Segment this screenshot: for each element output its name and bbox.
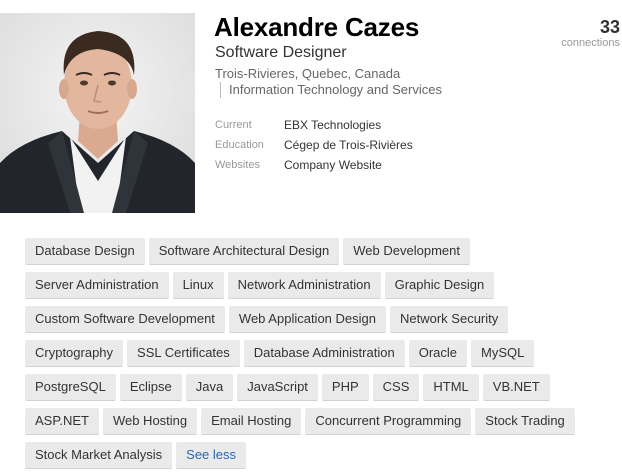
skill-pill[interactable]: Oracle [408,340,467,367]
skill-row: Stock Market Analysis See less [25,442,622,472]
skill-pill[interactable]: Database Administration [243,340,405,367]
detail-value-current[interactable]: EBX Technologies [284,118,381,132]
profile-page: Alexandre Cazes Software Designer Trois-… [0,0,622,472]
skill-pill[interactable]: HTML [423,374,479,401]
skill-pill[interactable]: Graphic Design [384,272,495,299]
detail-value-websites[interactable]: Company Website [284,158,382,172]
skill-pill[interactable]: ASP.NET [25,408,99,435]
skill-pill[interactable]: CSS [372,374,420,401]
skill-pill[interactable]: Software Architectural Design [148,238,340,265]
skill-pill[interactable]: VB.NET [482,374,550,401]
profile-details: Current EBX Technologies Education Cégep… [215,115,413,175]
detail-value-education[interactable]: Cégep de Trois-Rivières [284,138,413,152]
connections-count-block[interactable]: 33 connections [561,17,620,50]
profile-location[interactable]: Trois-Rivieres, Quebec, Canada [215,66,400,81]
skill-row: PostgreSQL Eclipse Java JavaScript PHP CSS HTM… [25,374,622,408]
skill-pill[interactable]: Network Administration [227,272,381,299]
skill-pill[interactable]: Stock Market Analysis [25,442,173,469]
detail-label-websites: Websites [215,159,261,171]
detail-label-current: Current [215,119,252,131]
skill-pill[interactable]: Email Hosting [201,408,302,435]
skill-pill[interactable]: Cryptography [25,340,124,367]
skill-pill[interactable]: Database Design [25,238,145,265]
skill-pill[interactable]: JavaScript [237,374,318,401]
skill-row: Database Design Software Architectural De… [25,238,622,272]
skill-pill[interactable]: Web Development [343,238,470,265]
skill-row: Cryptography SSL Certificates Database Adm… [25,340,622,374]
skill-row: Server Administration Linux Network Admini… [25,272,622,306]
connections-label: connections [561,37,620,49]
skill-pill[interactable]: SSL Certificates [127,340,240,367]
skill-row: ASP.NET Web Hosting Email Hosting Concurren… [25,408,622,442]
skill-pill[interactable]: MySQL [471,340,535,367]
skill-pill[interactable]: Web Hosting [102,408,198,435]
skill-pill[interactable]: Linux [172,272,224,299]
profile-photo-image [0,13,195,213]
skill-row: Custom Software Development Web Applicati… [25,306,622,340]
skill-pill[interactable]: Custom Software Development [25,306,225,333]
skill-pill[interactable]: Network Security [390,306,509,333]
connections-count: 33 [599,17,620,37]
detail-label-education: Education [215,139,264,151]
profile-photo[interactable] [0,13,195,213]
skill-pill[interactable]: Java [185,374,234,401]
profile-industry[interactable]: Information Technology and Services [220,82,442,98]
skill-pill[interactable]: Server Administration [25,272,169,299]
detail-row-education: Education Cégep de Trois-Rivières [215,135,413,155]
skill-pill[interactable]: PostgreSQL [25,374,116,401]
skill-pill[interactable]: PHP [321,374,369,401]
skill-pill[interactable]: Web Application Design [228,306,386,333]
detail-row-websites: Websites Company Website [215,155,413,175]
detail-row-current: Current EBX Technologies [215,115,413,135]
profile-name: Alexandre Cazes [214,12,420,42]
skill-pill[interactable]: Concurrent Programming [305,408,472,435]
see-less-button[interactable]: See less [176,442,247,469]
skill-pill[interactable]: Eclipse [119,374,182,401]
skills-list: Database Design Software Architectural De… [25,238,622,472]
skill-pill[interactable]: Stock Trading [475,408,575,435]
profile-headline: Software Designer [215,44,347,61]
